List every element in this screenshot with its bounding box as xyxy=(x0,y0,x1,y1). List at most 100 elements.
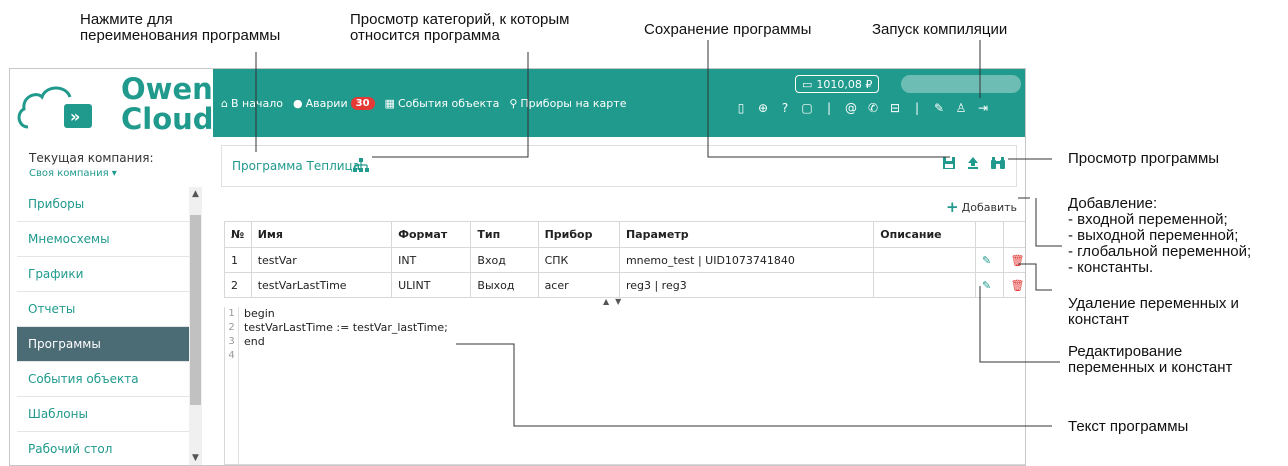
nav-label: События объекта xyxy=(397,97,500,110)
cell-device: acer xyxy=(537,272,620,298)
program-name[interactable]: Программа Теплица xyxy=(232,159,360,173)
annotation-view: Просмотр программы xyxy=(1068,150,1220,167)
table-header: № Имя Формат Тип Прибор Параметр Описани… xyxy=(224,221,1025,248)
toolbar-icons: ▯ ⊕ ? ▢ | @ ✆ ⊟ | ✎ ♙ ⇥ xyxy=(733,101,991,115)
annotation-rename: Нажмите для переименования программы xyxy=(80,11,281,44)
company-label: Текущая компания: xyxy=(29,151,154,165)
scroll-thumb[interactable] xyxy=(190,215,201,405)
annotation-add: Добавление: - входной переменной; - выхо… xyxy=(1068,195,1252,276)
sidebar-item-devices[interactable]: Приборы xyxy=(17,187,189,222)
col-delete xyxy=(1003,221,1025,248)
col-name: Имя xyxy=(250,221,393,248)
col-device: Прибор xyxy=(537,221,620,248)
program-header: Программа Теплица xyxy=(221,145,1017,187)
company-selector[interactable]: Своя компания ▾ xyxy=(29,168,117,179)
balance-value: 1010,08 ₽ xyxy=(816,77,873,91)
events-icon: ▦ xyxy=(384,97,395,110)
cell-name: testVar xyxy=(250,247,393,273)
cell-name: testVarLastTime xyxy=(250,272,393,298)
balance-button[interactable]: ▭ 1010,08 ₽ xyxy=(795,75,880,93)
email-icon[interactable]: @ xyxy=(843,101,859,115)
col-number: № xyxy=(224,221,252,248)
hierarchy-icon[interactable] xyxy=(352,157,370,177)
top-bar: ▭ 1010,08 ₽ ⌂ В начало ● Аварии 30 ▦ Соб… xyxy=(213,69,1025,137)
help-icon[interactable]: ? xyxy=(777,101,793,115)
cell-parameter: mnemo_test | UID1073741840 xyxy=(618,247,875,273)
annotation-compile: Запуск компиляции xyxy=(872,21,1008,38)
sidebar-item-graphs[interactable]: Графики xyxy=(17,257,189,292)
plus-icon: + xyxy=(946,198,959,216)
sidebar-item-desktop[interactable]: Рабочий стол xyxy=(17,432,189,465)
save-icon[interactable] xyxy=(942,156,956,174)
alarm-count-badge: 30 xyxy=(350,97,375,110)
col-format: Формат xyxy=(391,221,472,248)
nav-map[interactable]: ⚲ Приборы на карте xyxy=(509,97,626,110)
table-row: 1 testVar INT Вход СПК mnemo_test | UID1… xyxy=(224,247,1025,273)
wallet-icon: ▭ xyxy=(802,77,813,91)
sidebar-item-reports[interactable]: Отчеты xyxy=(17,292,189,327)
cell-format: INT xyxy=(391,247,472,273)
cell-description xyxy=(873,272,976,298)
code-editor[interactable]: 1 2 3 4 begin testVarLastTime := testVar… xyxy=(224,307,1025,465)
sidebar-item-mnemonics[interactable]: Мнемосхемы xyxy=(17,222,189,257)
cell-device: СПК xyxy=(537,247,620,273)
chat-icon[interactable]: ▢ xyxy=(799,101,815,115)
alert-icon: ● xyxy=(292,97,303,110)
cell-description xyxy=(873,247,976,273)
logo-line2: Cloud xyxy=(121,102,213,136)
main-nav: ⌂ В начало ● Аварии 30 ▦ События объекта… xyxy=(221,97,626,110)
edit-pencil-icon[interactable]: ✎ xyxy=(974,272,1005,298)
nav-label: Приборы на карте xyxy=(520,97,627,110)
cell-format: ULINT xyxy=(391,272,472,298)
code-line: end xyxy=(244,335,265,348)
user-name[interactable] xyxy=(901,75,1021,93)
nav-label: Аварии xyxy=(305,97,348,110)
annotation-delete: Удаление переменных и констант xyxy=(1068,295,1239,328)
delete-trash-icon[interactable]: 🗑 xyxy=(1003,247,1025,273)
sidebar-item-templates[interactable]: Шаблоны xyxy=(17,397,189,432)
col-edit xyxy=(974,221,1005,248)
sidebar-scrollbar[interactable]: ▲ ▼ xyxy=(189,187,202,465)
chevron-down-icon[interactable]: ▼ xyxy=(189,453,202,463)
wrench-icon[interactable]: ✎ xyxy=(931,101,947,115)
chevron-up-icon[interactable]: ▲ xyxy=(189,189,202,199)
nav-label: В начало xyxy=(230,97,283,110)
nav-alarms[interactable]: ● Аварии 30 xyxy=(293,97,375,110)
wallet-icon[interactable]: ⊟ xyxy=(887,101,903,115)
cell-type: Вход xyxy=(470,247,539,273)
binoculars-icon[interactable] xyxy=(990,156,1006,174)
home-icon: ⌂ xyxy=(221,97,228,110)
line-numbers: 1 2 3 4 xyxy=(225,307,239,464)
sidebar-item-events[interactable]: События объекта xyxy=(17,362,189,397)
code-line: begin xyxy=(244,307,275,320)
col-type: Тип xyxy=(470,221,539,248)
cell-type: Выход xyxy=(470,272,539,298)
add-variable-button[interactable]: + Добавить xyxy=(946,198,1017,216)
col-parameter: Параметр xyxy=(618,221,875,248)
annotation-save: Сохранение программы xyxy=(644,21,812,38)
code-text[interactable]: begin testVarLastTime := testVar_lastTim… xyxy=(244,307,448,363)
lock-icon[interactable]: ⊕ xyxy=(755,101,771,115)
table-row: 2 testVarLastTime ULINT Выход acer reg3 … xyxy=(224,272,1025,298)
logout-icon[interactable]: ⇥ xyxy=(975,101,991,115)
sidebar: Текущая компания: Своя компания ▾ Прибор… xyxy=(10,137,202,465)
resize-splitter[interactable]: ▲▼ xyxy=(603,297,627,306)
separator: | xyxy=(914,101,920,115)
document-icon[interactable]: ▯ xyxy=(733,101,749,115)
upload-compile-icon[interactable] xyxy=(966,156,980,174)
logo[interactable]: » Owen Cloud xyxy=(10,69,214,137)
variables-table: № Имя Формат Тип Прибор Параметр Описани… xyxy=(224,221,1025,298)
line-number: 4 xyxy=(228,350,235,361)
cell-number: 2 xyxy=(224,272,252,298)
phone-icon[interactable]: ✆ xyxy=(865,101,881,115)
add-label: Добавить xyxy=(961,200,1017,214)
nav-events[interactable]: ▦ События объекта xyxy=(385,97,500,110)
edit-pencil-icon[interactable]: ✎ xyxy=(974,247,1005,273)
sidebar-item-programs[interactable]: Программы xyxy=(17,327,189,362)
user-icon[interactable]: ♙ xyxy=(953,101,969,115)
line-number: 3 xyxy=(228,336,235,347)
delete-trash-icon[interactable]: 🗑 xyxy=(1003,272,1025,298)
nav-home[interactable]: ⌂ В начало xyxy=(221,97,283,110)
program-actions xyxy=(942,156,1006,174)
